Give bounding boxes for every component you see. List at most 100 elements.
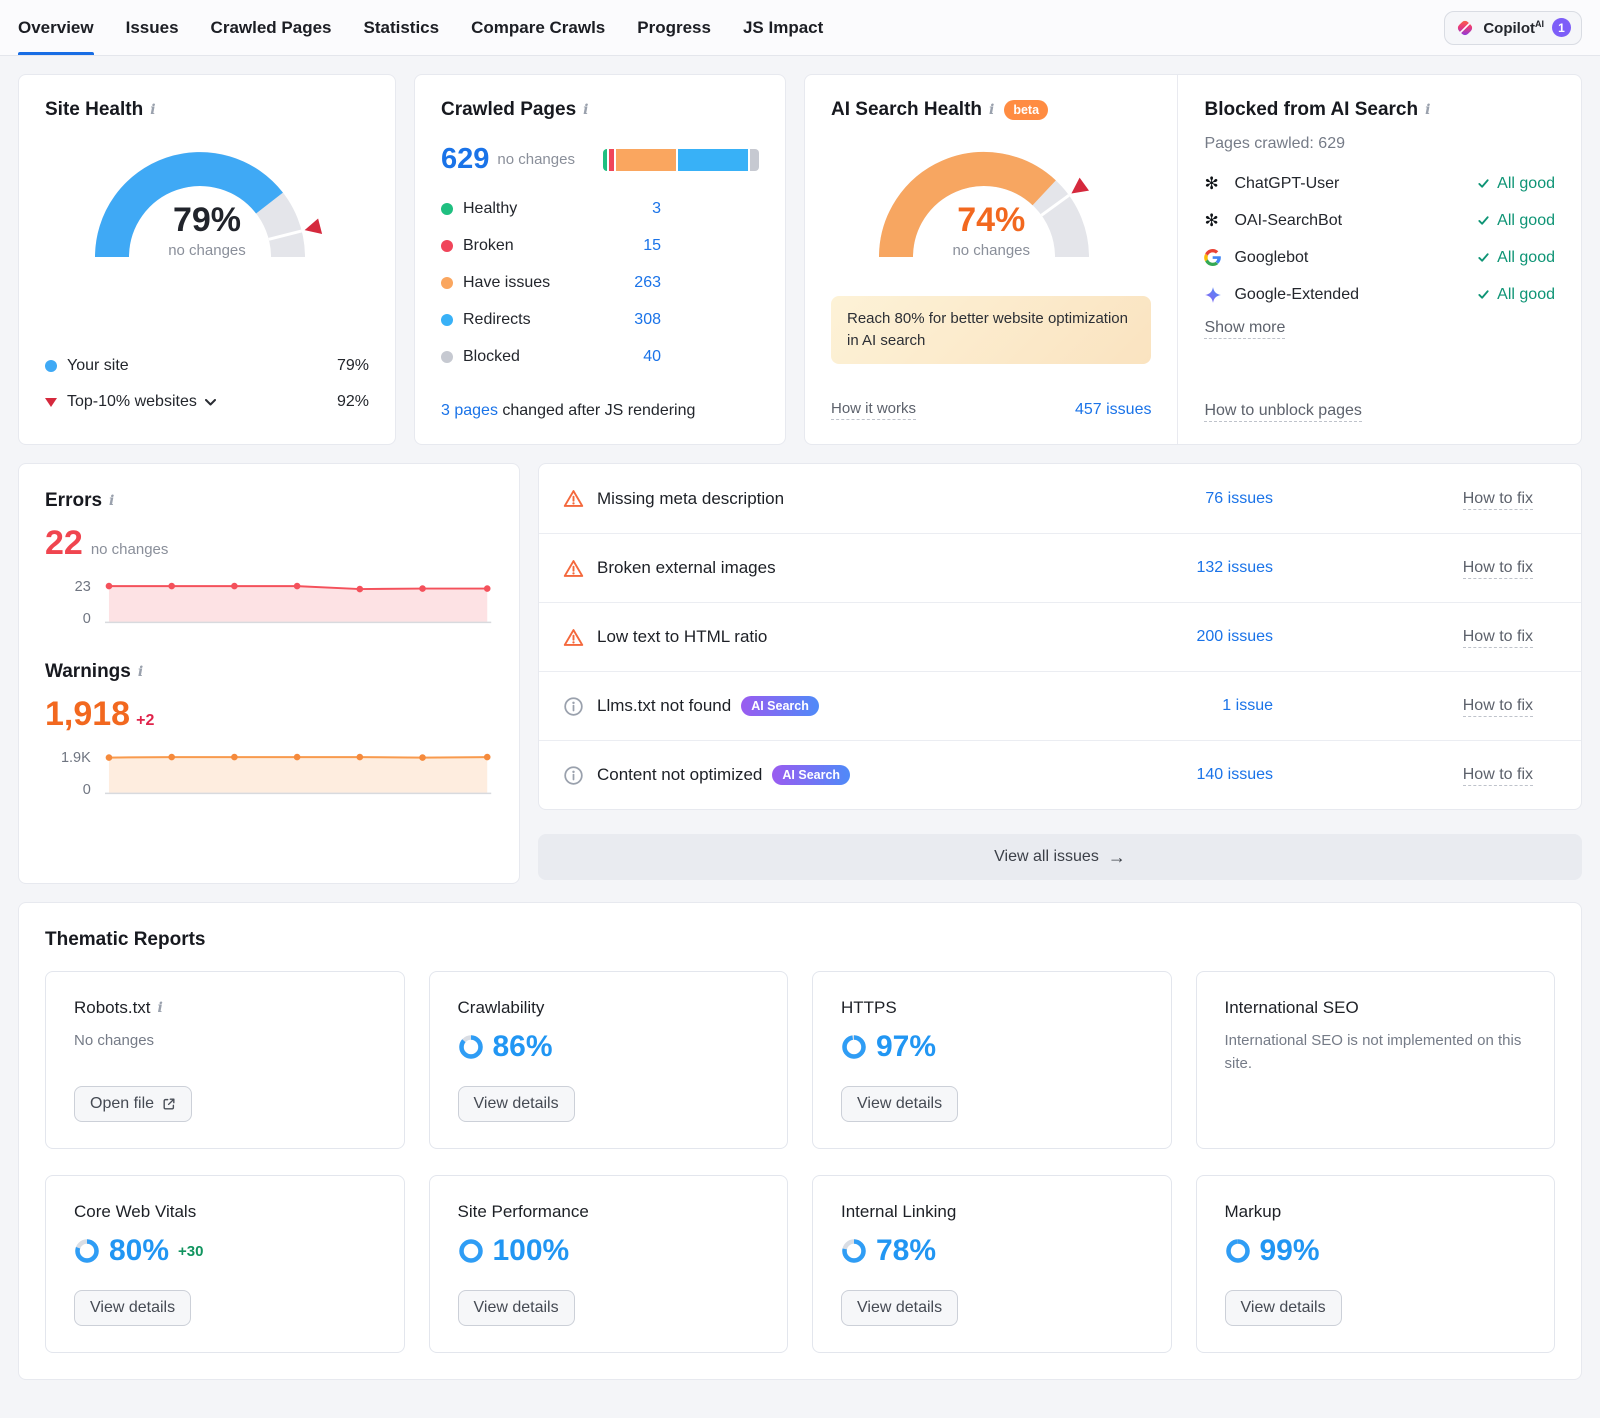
view-all-issues-button[interactable]: View all issues→: [538, 834, 1582, 880]
robots-txt-status: No changes: [74, 1032, 376, 1049]
pages-changed-link[interactable]: 3 pages: [441, 402, 498, 419]
bot-status: All good: [1477, 286, 1555, 304]
bar-segment-broken: [609, 149, 614, 171]
tab-statistics[interactable]: Statistics: [364, 0, 440, 55]
warnings-value: 1,918+2: [45, 695, 493, 734]
how-to-fix-link[interactable]: How to fix: [1273, 766, 1533, 784]
view-details-button[interactable]: View details: [1225, 1290, 1342, 1326]
view-details-button[interactable]: View details: [74, 1290, 191, 1326]
google-icon: [1204, 249, 1228, 266]
ai-search-health-title: AI Search Health: [831, 99, 982, 121]
crawled-total: 629: [441, 143, 489, 176]
bar-segment-redirects: [678, 149, 748, 171]
bar-segment-have-issues: [616, 149, 676, 171]
tab-issues[interactable]: Issues: [126, 0, 179, 55]
how-it-works-link[interactable]: How it works: [831, 400, 916, 420]
info-icon[interactable]: i: [109, 493, 114, 509]
show-more-link[interactable]: Show more: [1204, 319, 1285, 339]
ai-issues-link[interactable]: 457 issues: [1075, 401, 1152, 419]
blocked-count-link[interactable]: 40: [643, 348, 661, 366]
info-icon[interactable]: i: [158, 1000, 163, 1016]
issue-row-llms-txt[interactable]: Llms.txt not found AI Search 1 issue How…: [539, 671, 1581, 740]
issue-row-broken-images[interactable]: Broken external images 132 issues How to…: [539, 533, 1581, 602]
score-delta: +30: [178, 1243, 203, 1260]
bot-row-googlebot: Googlebot All good: [1204, 239, 1555, 276]
issue-count-link[interactable]: 1 issue: [1222, 697, 1273, 715]
copilot-icon: [1455, 18, 1475, 38]
view-details-button[interactable]: View details: [841, 1290, 958, 1326]
openai-icon: ✻: [1204, 174, 1228, 194]
bot-status: All good: [1477, 212, 1555, 230]
view-details-button[interactable]: View details: [458, 1086, 575, 1122]
info-icon[interactable]: i: [583, 102, 588, 118]
thematic-reports-card: Thematic Reports Robots.txti No changes …: [18, 902, 1582, 1380]
info-icon[interactable]: i: [138, 664, 143, 680]
blocked-dot-icon: [441, 351, 453, 363]
how-to-fix-link[interactable]: How to fix: [1273, 697, 1533, 715]
errors-title: Errors: [45, 490, 102, 512]
how-to-fix-link[interactable]: How to fix: [1273, 559, 1533, 577]
broken-count-link[interactable]: 15: [643, 237, 661, 255]
issue-row-missing-meta[interactable]: Missing meta description 76 issues How t…: [539, 464, 1581, 533]
have-issues-dot-icon: [441, 277, 453, 289]
issue-count-link[interactable]: 140 issues: [1197, 766, 1274, 784]
info-icon[interactable]: i: [1425, 102, 1430, 118]
issue-count-link[interactable]: 76 issues: [1205, 490, 1273, 508]
your-site-dot-icon: [45, 360, 57, 372]
blocked-ai-title: Blocked from AI Search: [1204, 99, 1418, 121]
redirects-count-link[interactable]: 308: [634, 311, 661, 329]
score-ring-icon: [841, 1034, 867, 1060]
tab-overview[interactable]: Overview: [18, 0, 94, 55]
healthy-count-link[interactable]: 3: [652, 200, 661, 218]
info-icon[interactable]: i: [150, 102, 155, 118]
chevron-down-icon[interactable]: [205, 399, 216, 406]
warning-triangle-icon: [563, 627, 584, 648]
external-link-icon: [162, 1097, 176, 1111]
view-details-button[interactable]: View details: [458, 1290, 575, 1326]
issue-count-link[interactable]: 200 issues: [1197, 628, 1274, 646]
markup-score: 99%: [1260, 1234, 1320, 1268]
international-seo-description: International SEO is not implemented on …: [1225, 1030, 1527, 1075]
beta-badge: beta: [1004, 100, 1048, 120]
crawlability-card: Crawlability 86% View details: [429, 971, 789, 1149]
bot-row-chatgpt-user: ✻ ChatGPT-User All good: [1204, 165, 1555, 202]
info-icon[interactable]: i: [989, 102, 994, 118]
issue-row-content-not-optimized[interactable]: Content not optimized AI Search 140 issu…: [539, 740, 1581, 809]
unblock-pages-link[interactable]: How to unblock pages: [1204, 402, 1361, 422]
core-web-vitals-card: Core Web Vitals 80% +30 View details: [45, 1175, 405, 1353]
open-file-button[interactable]: Open file: [74, 1086, 192, 1122]
ai-search-value: 74%: [866, 201, 1116, 240]
crawled-pages-card: Crawled Pagesi 629 no changes Healthy3 B…: [414, 74, 786, 445]
copilot-button[interactable]: CopilotAI 1: [1444, 11, 1582, 45]
site-health-card: Site Healthi 79% no changes Your site 7: [18, 74, 396, 445]
tab-js-impact[interactable]: JS Impact: [743, 0, 823, 55]
tab-crawled-pages[interactable]: Crawled Pages: [211, 0, 332, 55]
site-health-title: Site Health: [45, 99, 143, 121]
view-details-button[interactable]: View details: [841, 1086, 958, 1122]
tab-compare-crawls[interactable]: Compare Crawls: [471, 0, 605, 55]
broken-dot-icon: [441, 240, 453, 252]
how-to-fix-link[interactable]: How to fix: [1273, 490, 1533, 508]
tab-progress[interactable]: Progress: [637, 0, 711, 55]
legend-top-websites[interactable]: Top-10% websites 92%: [45, 384, 369, 420]
copilot-label: CopilotAI: [1483, 19, 1544, 37]
legend-have-issues: Have issues263: [441, 264, 661, 301]
internal-linking-card: Internal Linking 78% View details: [812, 1175, 1172, 1353]
top-issues-card: Missing meta description 76 issues How t…: [538, 463, 1582, 810]
thematic-reports-title: Thematic Reports: [45, 929, 1555, 951]
bot-row-google-extended: Google-Extended All good: [1204, 276, 1555, 313]
score-ring-icon: [1225, 1238, 1251, 1264]
crawled-pages-title: Crawled Pages: [441, 99, 576, 121]
markup-card: Markup 99% View details: [1196, 1175, 1556, 1353]
have-issues-count-link[interactable]: 263: [634, 274, 661, 292]
issue-count-link[interactable]: 132 issues: [1197, 559, 1274, 577]
bot-status: All good: [1477, 249, 1555, 267]
site-performance-card: Site Performance 100% View details: [429, 1175, 789, 1353]
how-to-fix-link[interactable]: How to fix: [1273, 628, 1533, 646]
copilot-badge: 1: [1552, 18, 1571, 37]
issue-row-low-text-ratio[interactable]: Low text to HTML ratio 200 issues How to…: [539, 602, 1581, 671]
core-web-vitals-score: 80%: [109, 1234, 169, 1268]
crawlability-score: 86%: [493, 1030, 553, 1064]
google-extended-icon: [1204, 286, 1228, 304]
ai-search-change: no changes: [866, 242, 1116, 259]
